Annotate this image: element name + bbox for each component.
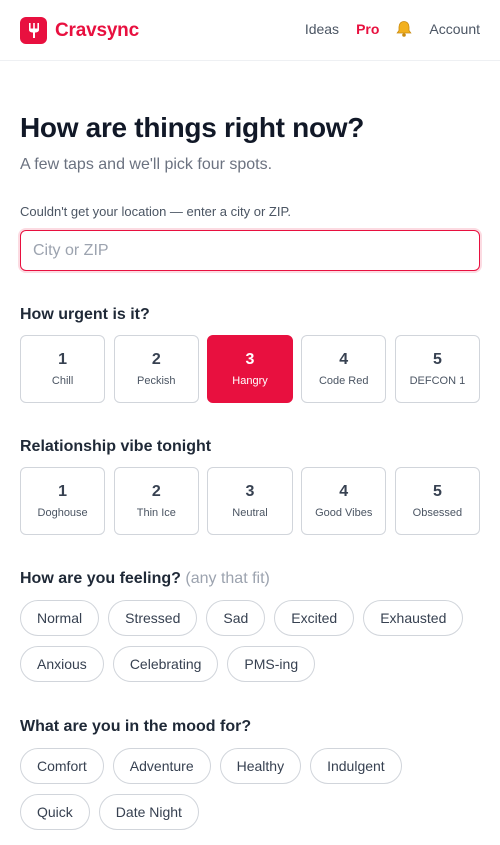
page-subtitle: A few taps and we'll pick four spots. [20,156,273,173]
vibe-options: 1 Doghouse 2 Thin Ice 3 Neutral 4 Good V… [20,467,481,535]
page-title: How are things right now? [20,112,365,143]
vibe-option-label: Doghouse [37,507,88,519]
feeling-chip-pms[interactable]: PMS-ing [227,646,316,682]
urgency-option-label: Peckish [137,375,176,387]
vibe-option-4[interactable]: 4 Good Vibes [301,467,387,535]
mood-chip-adventure[interactable]: Adventure [112,748,211,784]
mood-label: What are you in the mood for? [20,718,252,735]
feeling-chip-stressed[interactable]: Stressed [108,600,198,636]
mood-chips: Comfort Adventure Healthy Indulgent Quic… [20,748,480,830]
urgency-option-1[interactable]: 1 Chill [20,335,106,403]
mood-chip-healthy[interactable]: Healthy [219,748,302,784]
vibe-option-1[interactable]: 1 Doghouse [20,467,106,535]
vibe-label: Relationship vibe tonight [20,438,212,455]
bell-icon[interactable] [395,20,413,38]
urgency-option-2[interactable]: 2 Peckish [113,335,199,403]
vibe-option-label: Thin Ice [136,507,176,519]
feeling-chip-exhausted[interactable]: Exhausted [363,600,464,636]
urgency-label: How urgent is it? [20,306,150,323]
urgency-option-number: 4 [339,351,349,368]
vibe-option-5[interactable]: 5 Obsessed [394,467,481,535]
urgency-option-number: 2 [151,351,161,368]
urgency-option-number: 3 [245,351,255,368]
urgency-option-number: 5 [432,351,442,368]
vibe-option-number: 1 [58,483,68,500]
feeling-label: How are you feeling? (any that fit) [20,570,270,588]
top-header: Cravsync Ideas Pro Account [0,0,500,61]
top-nav: Ideas Pro Account [305,20,480,38]
nav-ideas-link[interactable]: Ideas [305,21,339,37]
vibe-option-number: 2 [151,483,161,500]
vibe-option-label: Neutral [232,507,268,519]
urgency-option-label: Chill [51,375,74,387]
urgency-option-4[interactable]: 4 Code Red [301,335,387,403]
mood-chip-date-night[interactable]: Date Night [98,794,199,830]
fork-logo-icon [20,17,47,44]
urgency-option-number: 1 [58,351,68,368]
urgency-option-label: DEFCON 1 [409,375,466,387]
nav-pro-link[interactable]: Pro [356,21,379,37]
feeling-chip-celebrating[interactable]: Celebrating [112,646,219,682]
feeling-label-text: How are you feeling? [20,570,181,587]
urgency-option-5[interactable]: 5 DEFCON 1 [394,335,481,403]
feeling-chip-normal[interactable]: Normal [20,600,100,636]
vibe-option-3[interactable]: 3 Neutral [207,467,293,535]
vibe-option-label: Obsessed [412,507,463,519]
feeling-label-hint: (any that fit) [185,570,270,587]
feeling-chips: Normal Stressed Sad Excited Exhausted An… [20,600,480,682]
brand-name: Cravsync [55,19,139,41]
feeling-chip-anxious[interactable]: Anxious [20,646,104,682]
vibe-option-number: 3 [245,483,255,500]
location-error-message: Couldn't get your location — enter a cit… [20,204,292,219]
mood-chip-quick[interactable]: Quick [20,794,90,830]
vibe-option-number: 5 [432,483,442,500]
vibe-option-label: Good Vibes [315,507,373,519]
mood-chip-indulgent[interactable]: Indulgent [310,748,402,784]
mood-chip-comfort[interactable]: Comfort [20,748,104,784]
urgency-options: 1 Chill 2 Peckish 3 Hangry 4 Code Red 5 … [20,335,481,403]
urgency-option-3[interactable]: 3 Hangry [207,335,293,403]
feeling-chip-sad[interactable]: Sad [206,600,266,636]
urgency-option-label: Hangry [232,375,268,387]
city-zip-input[interactable] [20,230,480,271]
nav-account-link[interactable]: Account [429,21,480,37]
urgency-option-label: Code Red [318,375,369,387]
vibe-option-2[interactable]: 2 Thin Ice [113,467,199,535]
feeling-chip-excited[interactable]: Excited [274,600,355,636]
vibe-option-number: 4 [339,483,349,500]
brand-logo-link[interactable]: Cravsync [20,17,139,44]
